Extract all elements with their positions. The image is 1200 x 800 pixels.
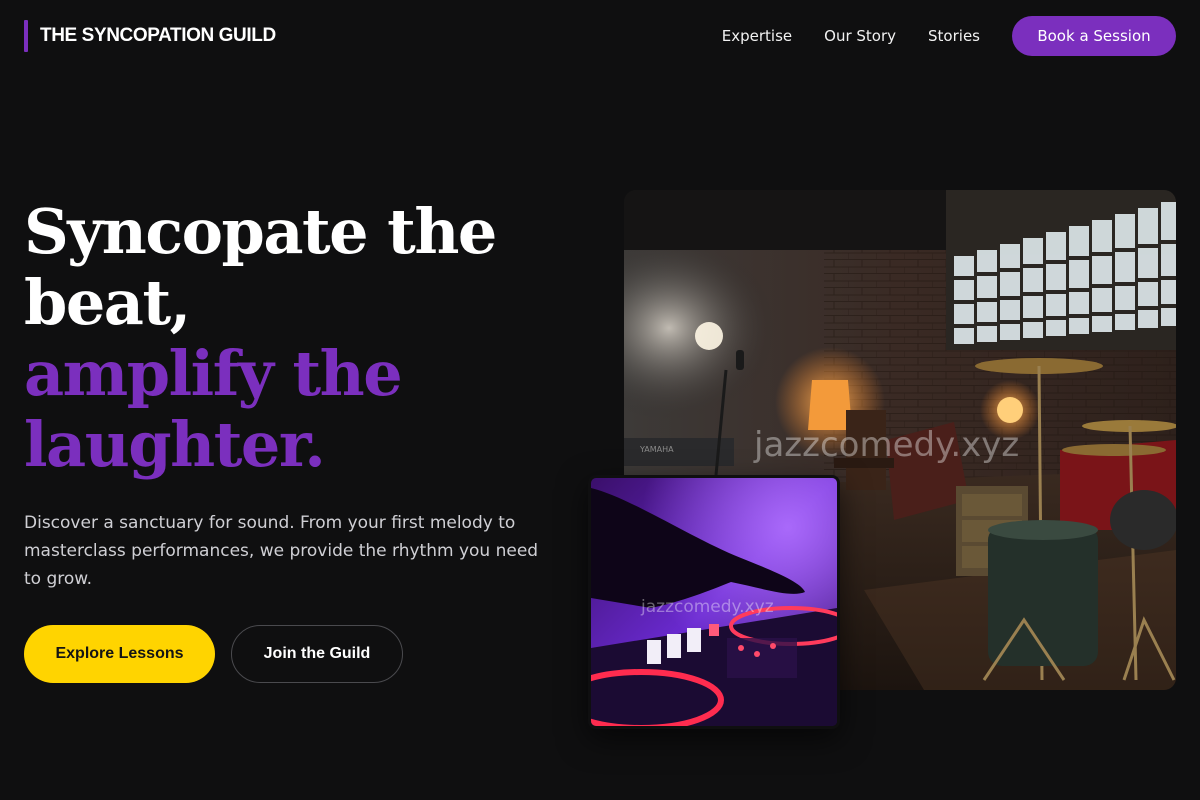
site-header: THE SYNCOPATION GUILD Expertise Our Stor… [0,0,1200,72]
hero-title-line-1: Syncopate the [24,195,497,268]
landing-page: THE SYNCOPATION GUILD Expertise Our Stor… [0,0,1200,800]
hero-accent-line-2: laughter. [24,408,326,481]
join-guild-button[interactable]: Join the Guild [231,625,403,683]
brand-accent-bar [24,20,28,52]
main-nav: Expertise Our Story Stories Book a Sessi… [722,16,1176,56]
book-session-button[interactable]: Book a Session [1012,16,1176,56]
hero-subtitle: Discover a sanctuary for sound. From you… [24,513,539,589]
nav-link-expertise[interactable]: Expertise [722,27,792,45]
explore-lessons-button[interactable]: Explore Lessons [24,625,215,683]
hero-title-line-2: beat, [24,266,191,339]
hero-title: Syncopate the beat, amplify the laughter… [24,196,564,480]
nav-link-stories[interactable]: Stories [928,27,980,45]
dj-photo-illustration: jazzcomedy.xyz [591,478,837,726]
club-photo-watermark: jazzcomedy.xyz [753,425,1019,465]
hero-accent-line-1: amplify the [24,337,403,410]
brand-logo[interactable]: THE SYNCOPATION GUILD [24,20,276,52]
dj-photo-watermark: jazzcomedy.xyz [640,597,774,617]
brand-name: THE SYNCOPATION GUILD [40,25,276,46]
dj-photo: jazzcomedy.xyz [588,475,840,729]
nav-link-our-story[interactable]: Our Story [824,27,896,45]
piano-brand-text: YAMAHA [639,445,674,454]
